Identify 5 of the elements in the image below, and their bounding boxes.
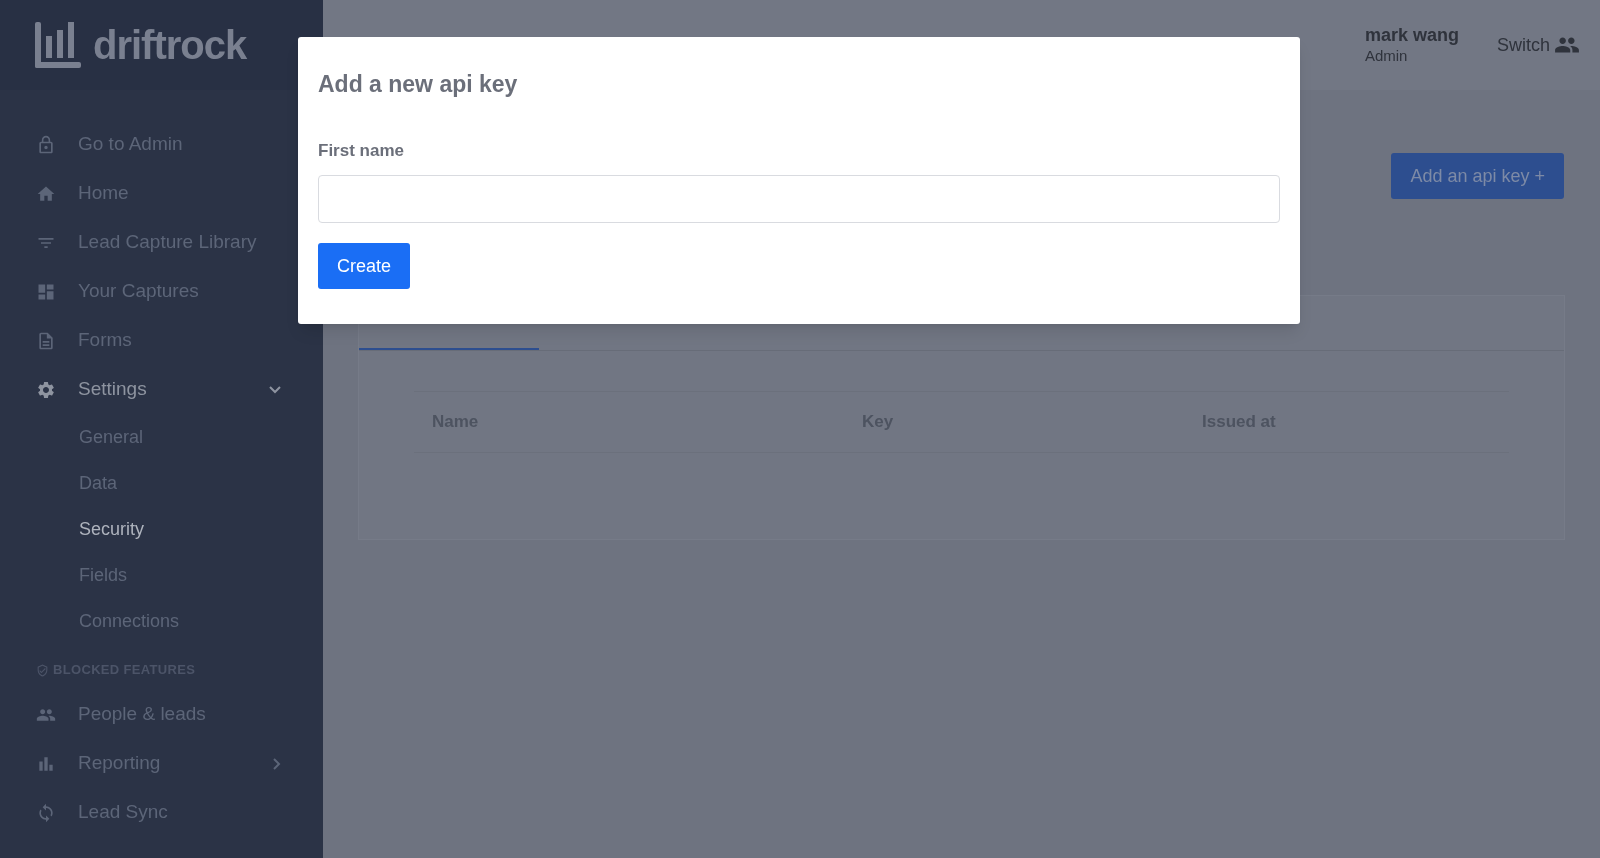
user-name: mark wang [1364, 24, 1459, 47]
brand-name: driftrock [93, 22, 247, 69]
user-role: Admin [1364, 46, 1409, 66]
field-label: First name [318, 139, 405, 162]
modal-title: Add a new api key [318, 70, 519, 99]
